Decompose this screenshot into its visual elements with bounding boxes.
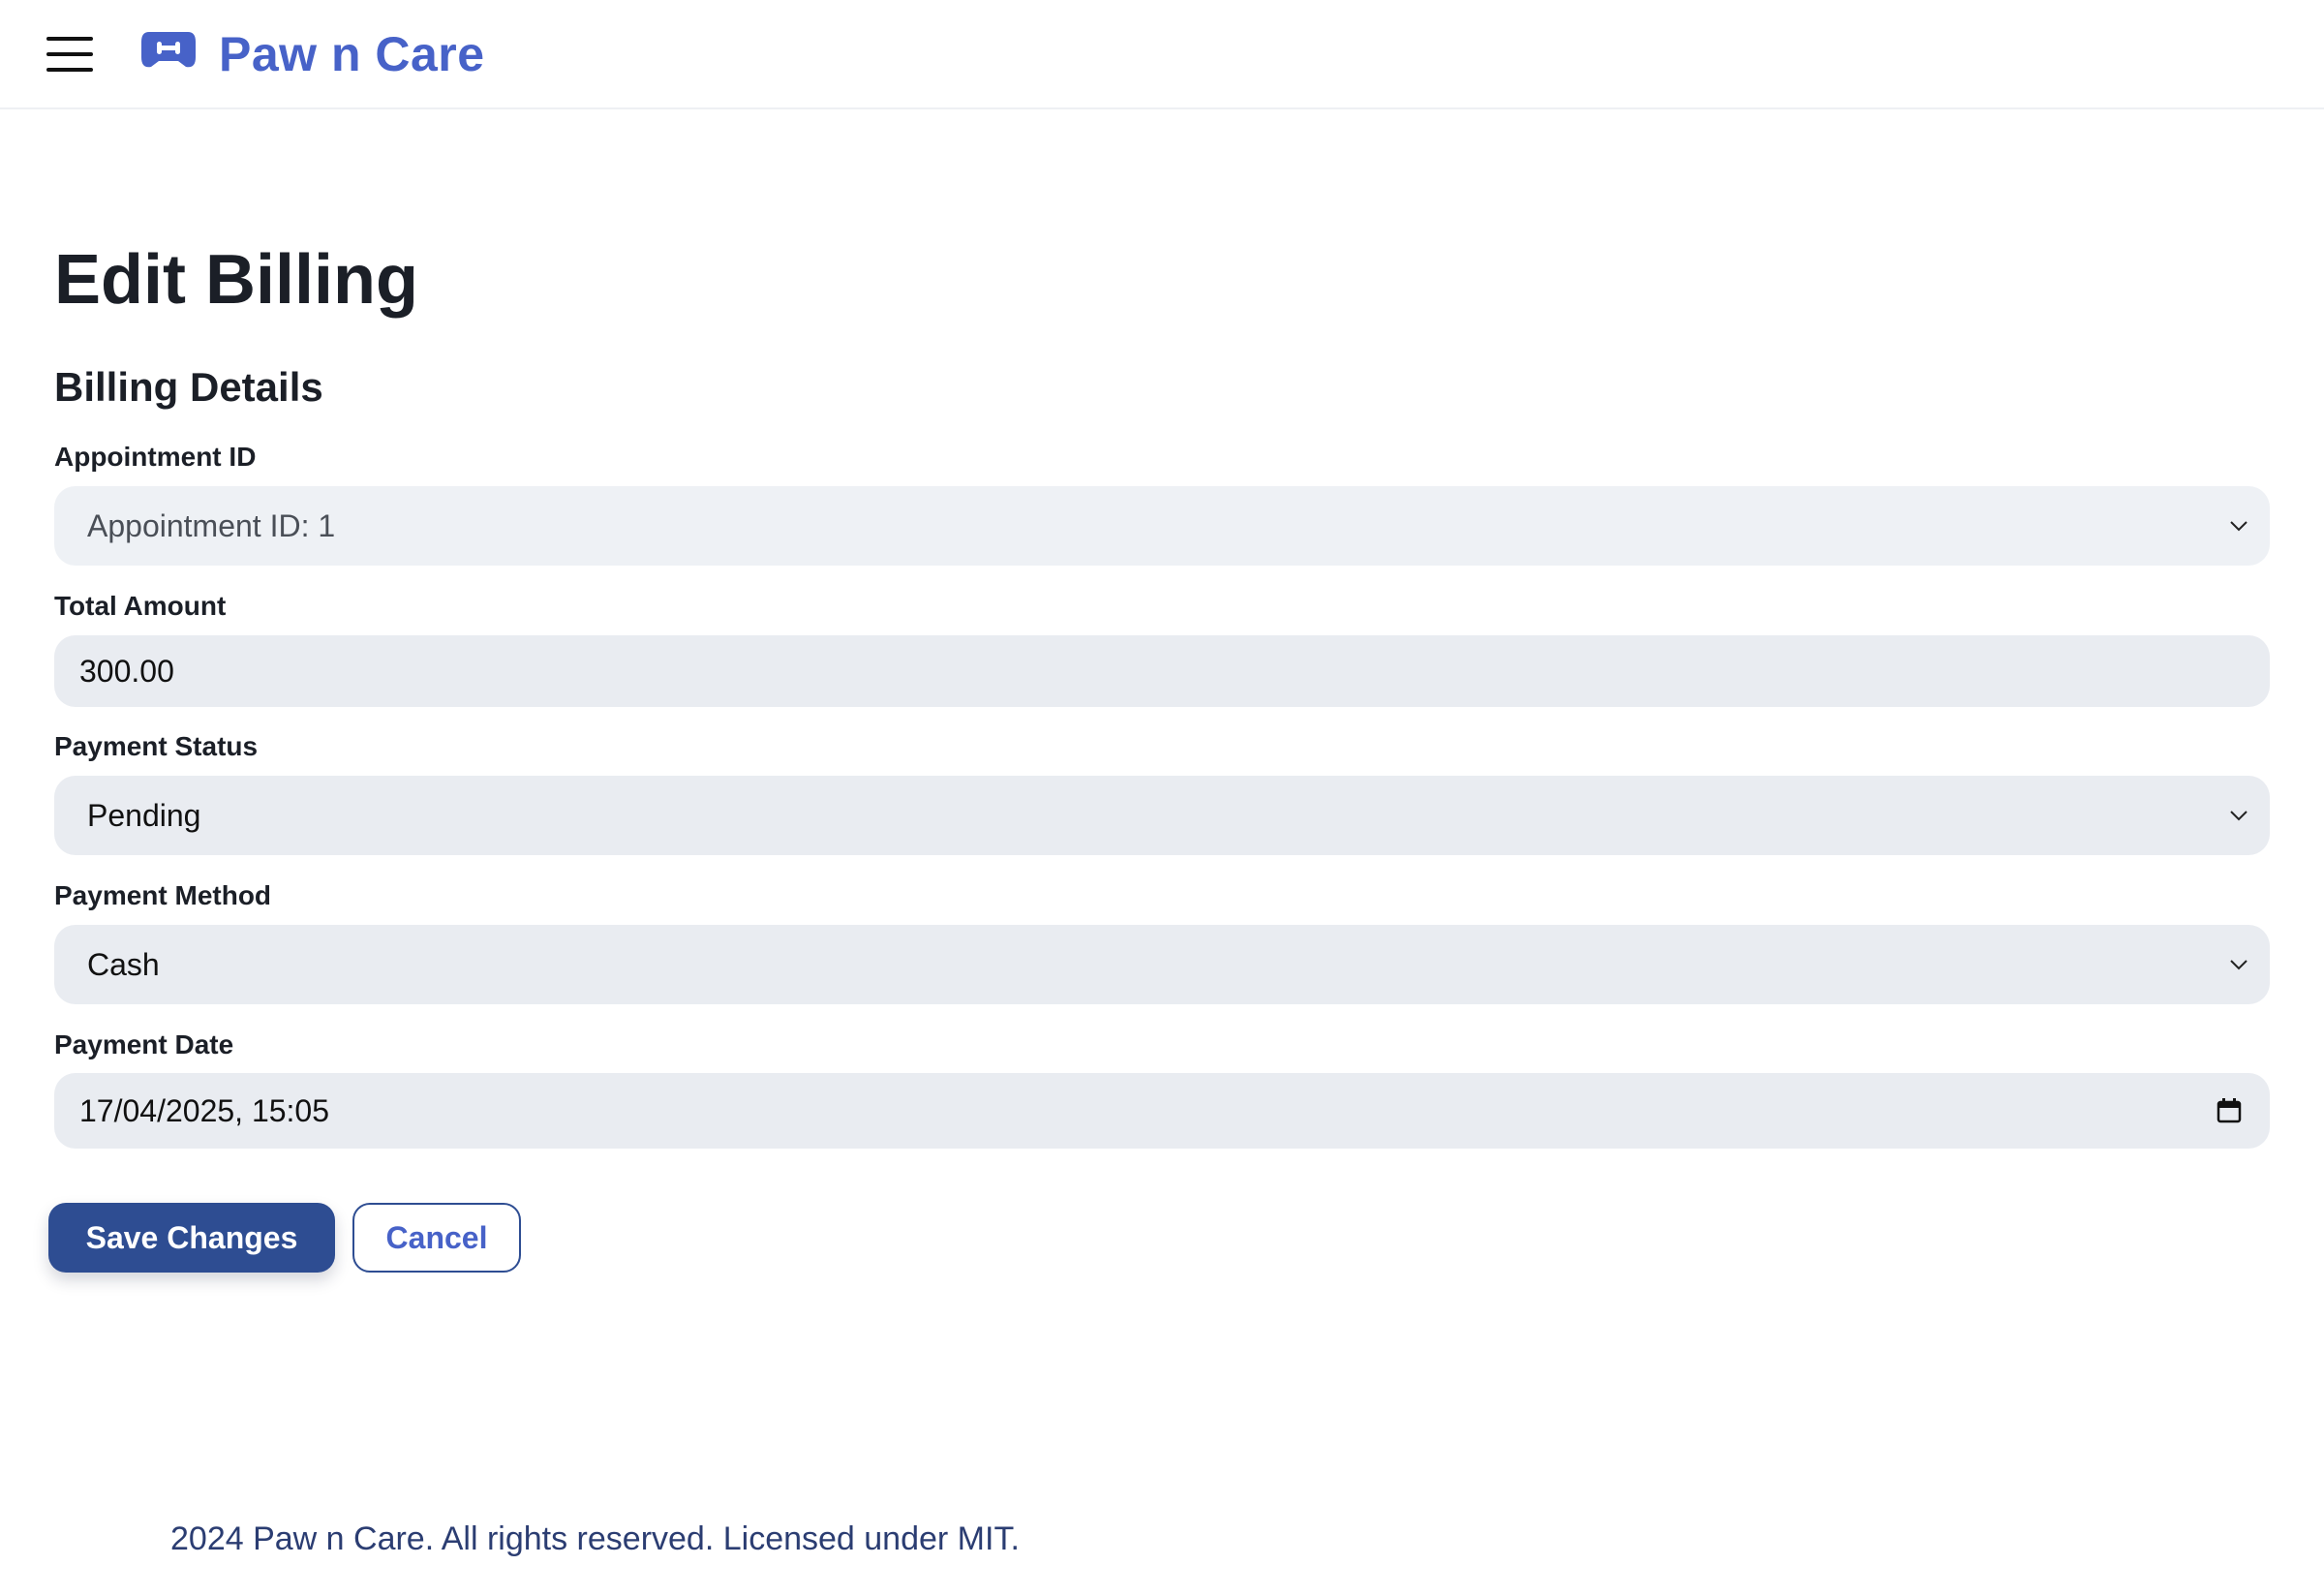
chevron-down-icon (2230, 521, 2248, 532)
menu-bar-line (46, 52, 93, 56)
footer-copyright: 2024 Paw n Care. All rights reserved. Li… (170, 1520, 1020, 1557)
appointment-id-select[interactable]: Appointment ID: 1 (54, 486, 2270, 566)
payment-method-label: Payment Method (54, 880, 272, 910)
total-amount-label: Total Amount (54, 591, 227, 621)
appointment-id-label: Appointment ID (54, 442, 257, 472)
payment-method-value: Cash (87, 946, 160, 982)
hamburger-menu-icon[interactable] (46, 37, 93, 72)
chevron-down-icon (2230, 811, 2248, 821)
menu-bar-line (46, 68, 93, 72)
total-amount-input[interactable]: 300.00 (54, 635, 2270, 707)
payment-status-value: Pending (87, 797, 201, 833)
calendar-icon[interactable] (2216, 1097, 2243, 1124)
payment-date-input[interactable]: 17/04/2025, 15:05 (54, 1073, 2270, 1149)
total-amount-value: 300.00 (79, 653, 174, 689)
payment-method-select[interactable]: Cash (54, 925, 2270, 1004)
section-title: Billing Details (54, 364, 323, 410)
payment-status-select[interactable]: Pending (54, 776, 2270, 855)
save-changes-button[interactable]: Save Changes (48, 1203, 335, 1273)
page-title: Edit Billing (54, 241, 418, 319)
gamepad-paw-icon (141, 32, 196, 68)
payment-date-value: 17/04/2025, 15:05 (79, 1092, 330, 1128)
top-navbar: Paw n Care (0, 0, 2324, 109)
appointment-id-value: Appointment ID: 1 (87, 507, 336, 543)
chevron-down-icon (2230, 960, 2248, 970)
menu-bar-line (46, 37, 93, 41)
payment-status-label: Payment Status (54, 731, 259, 761)
cancel-button[interactable]: Cancel (352, 1203, 521, 1273)
brand-name: Paw n Care (219, 27, 485, 81)
payment-date-label: Payment Date (54, 1029, 234, 1059)
brand-link[interactable]: Paw n Care (139, 23, 485, 85)
